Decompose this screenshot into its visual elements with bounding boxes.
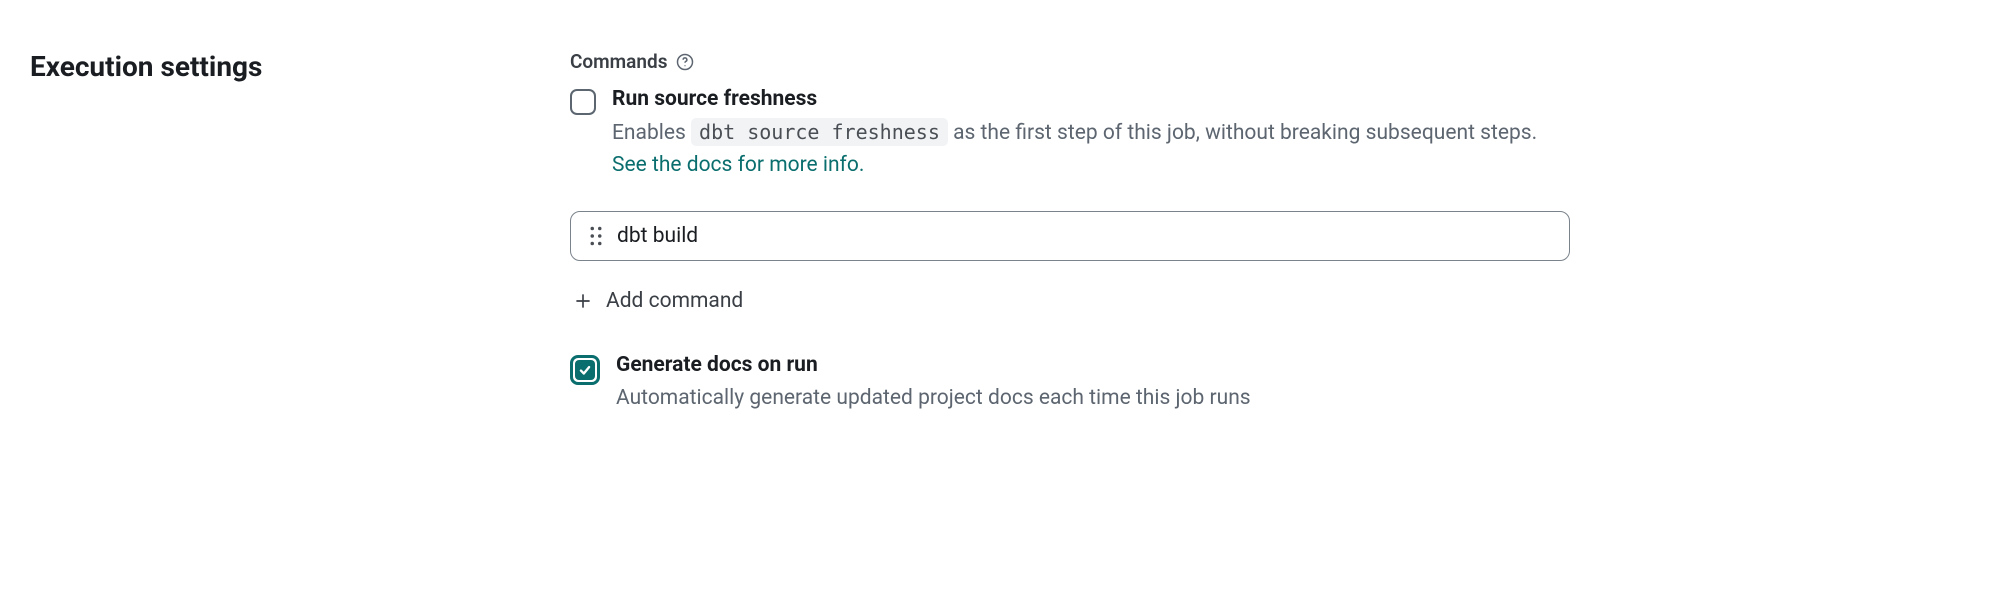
section-title-column: Execution settings bbox=[30, 50, 570, 83]
generate-docs-checkbox[interactable] bbox=[570, 355, 600, 385]
generate-docs-desc: Automatically generate updated project d… bbox=[616, 383, 1570, 415]
desc-suffix: as the first step of this job, without b… bbox=[948, 121, 1537, 145]
drag-handle-icon[interactable] bbox=[589, 226, 603, 246]
run-source-freshness-row: Run source freshness Enables dbt source … bbox=[570, 87, 1570, 181]
generate-docs-row: Generate docs on run Automatically gener… bbox=[570, 353, 1570, 415]
run-source-freshness-title: Run source freshness bbox=[612, 87, 1570, 111]
section-title: Execution settings bbox=[30, 50, 570, 83]
docs-link[interactable]: See the docs for more info. bbox=[612, 153, 864, 177]
add-command-label: Add command bbox=[606, 289, 743, 313]
run-source-freshness-body: Run source freshness Enables dbt source … bbox=[612, 87, 1570, 181]
execution-settings-section: Execution settings Commands Run source f… bbox=[30, 50, 1966, 445]
plus-icon bbox=[574, 292, 592, 310]
run-source-freshness-checkbox[interactable] bbox=[570, 89, 596, 115]
run-source-freshness-desc: Enables dbt source freshness as the firs… bbox=[612, 117, 1570, 181]
add-command-button[interactable]: Add command bbox=[570, 289, 743, 313]
generate-docs-body: Generate docs on run Automatically gener… bbox=[616, 353, 1570, 415]
command-row bbox=[570, 211, 1570, 261]
generate-docs-title: Generate docs on run bbox=[616, 353, 1570, 377]
desc-prefix: Enables bbox=[612, 121, 691, 145]
commands-label: Commands bbox=[570, 50, 667, 73]
desc-code: dbt source freshness bbox=[691, 118, 948, 146]
command-input[interactable] bbox=[617, 224, 1551, 248]
commands-label-row: Commands bbox=[570, 50, 1570, 73]
commands-column: Commands Run source freshness Enables db… bbox=[570, 50, 1570, 445]
help-icon[interactable] bbox=[675, 52, 695, 72]
